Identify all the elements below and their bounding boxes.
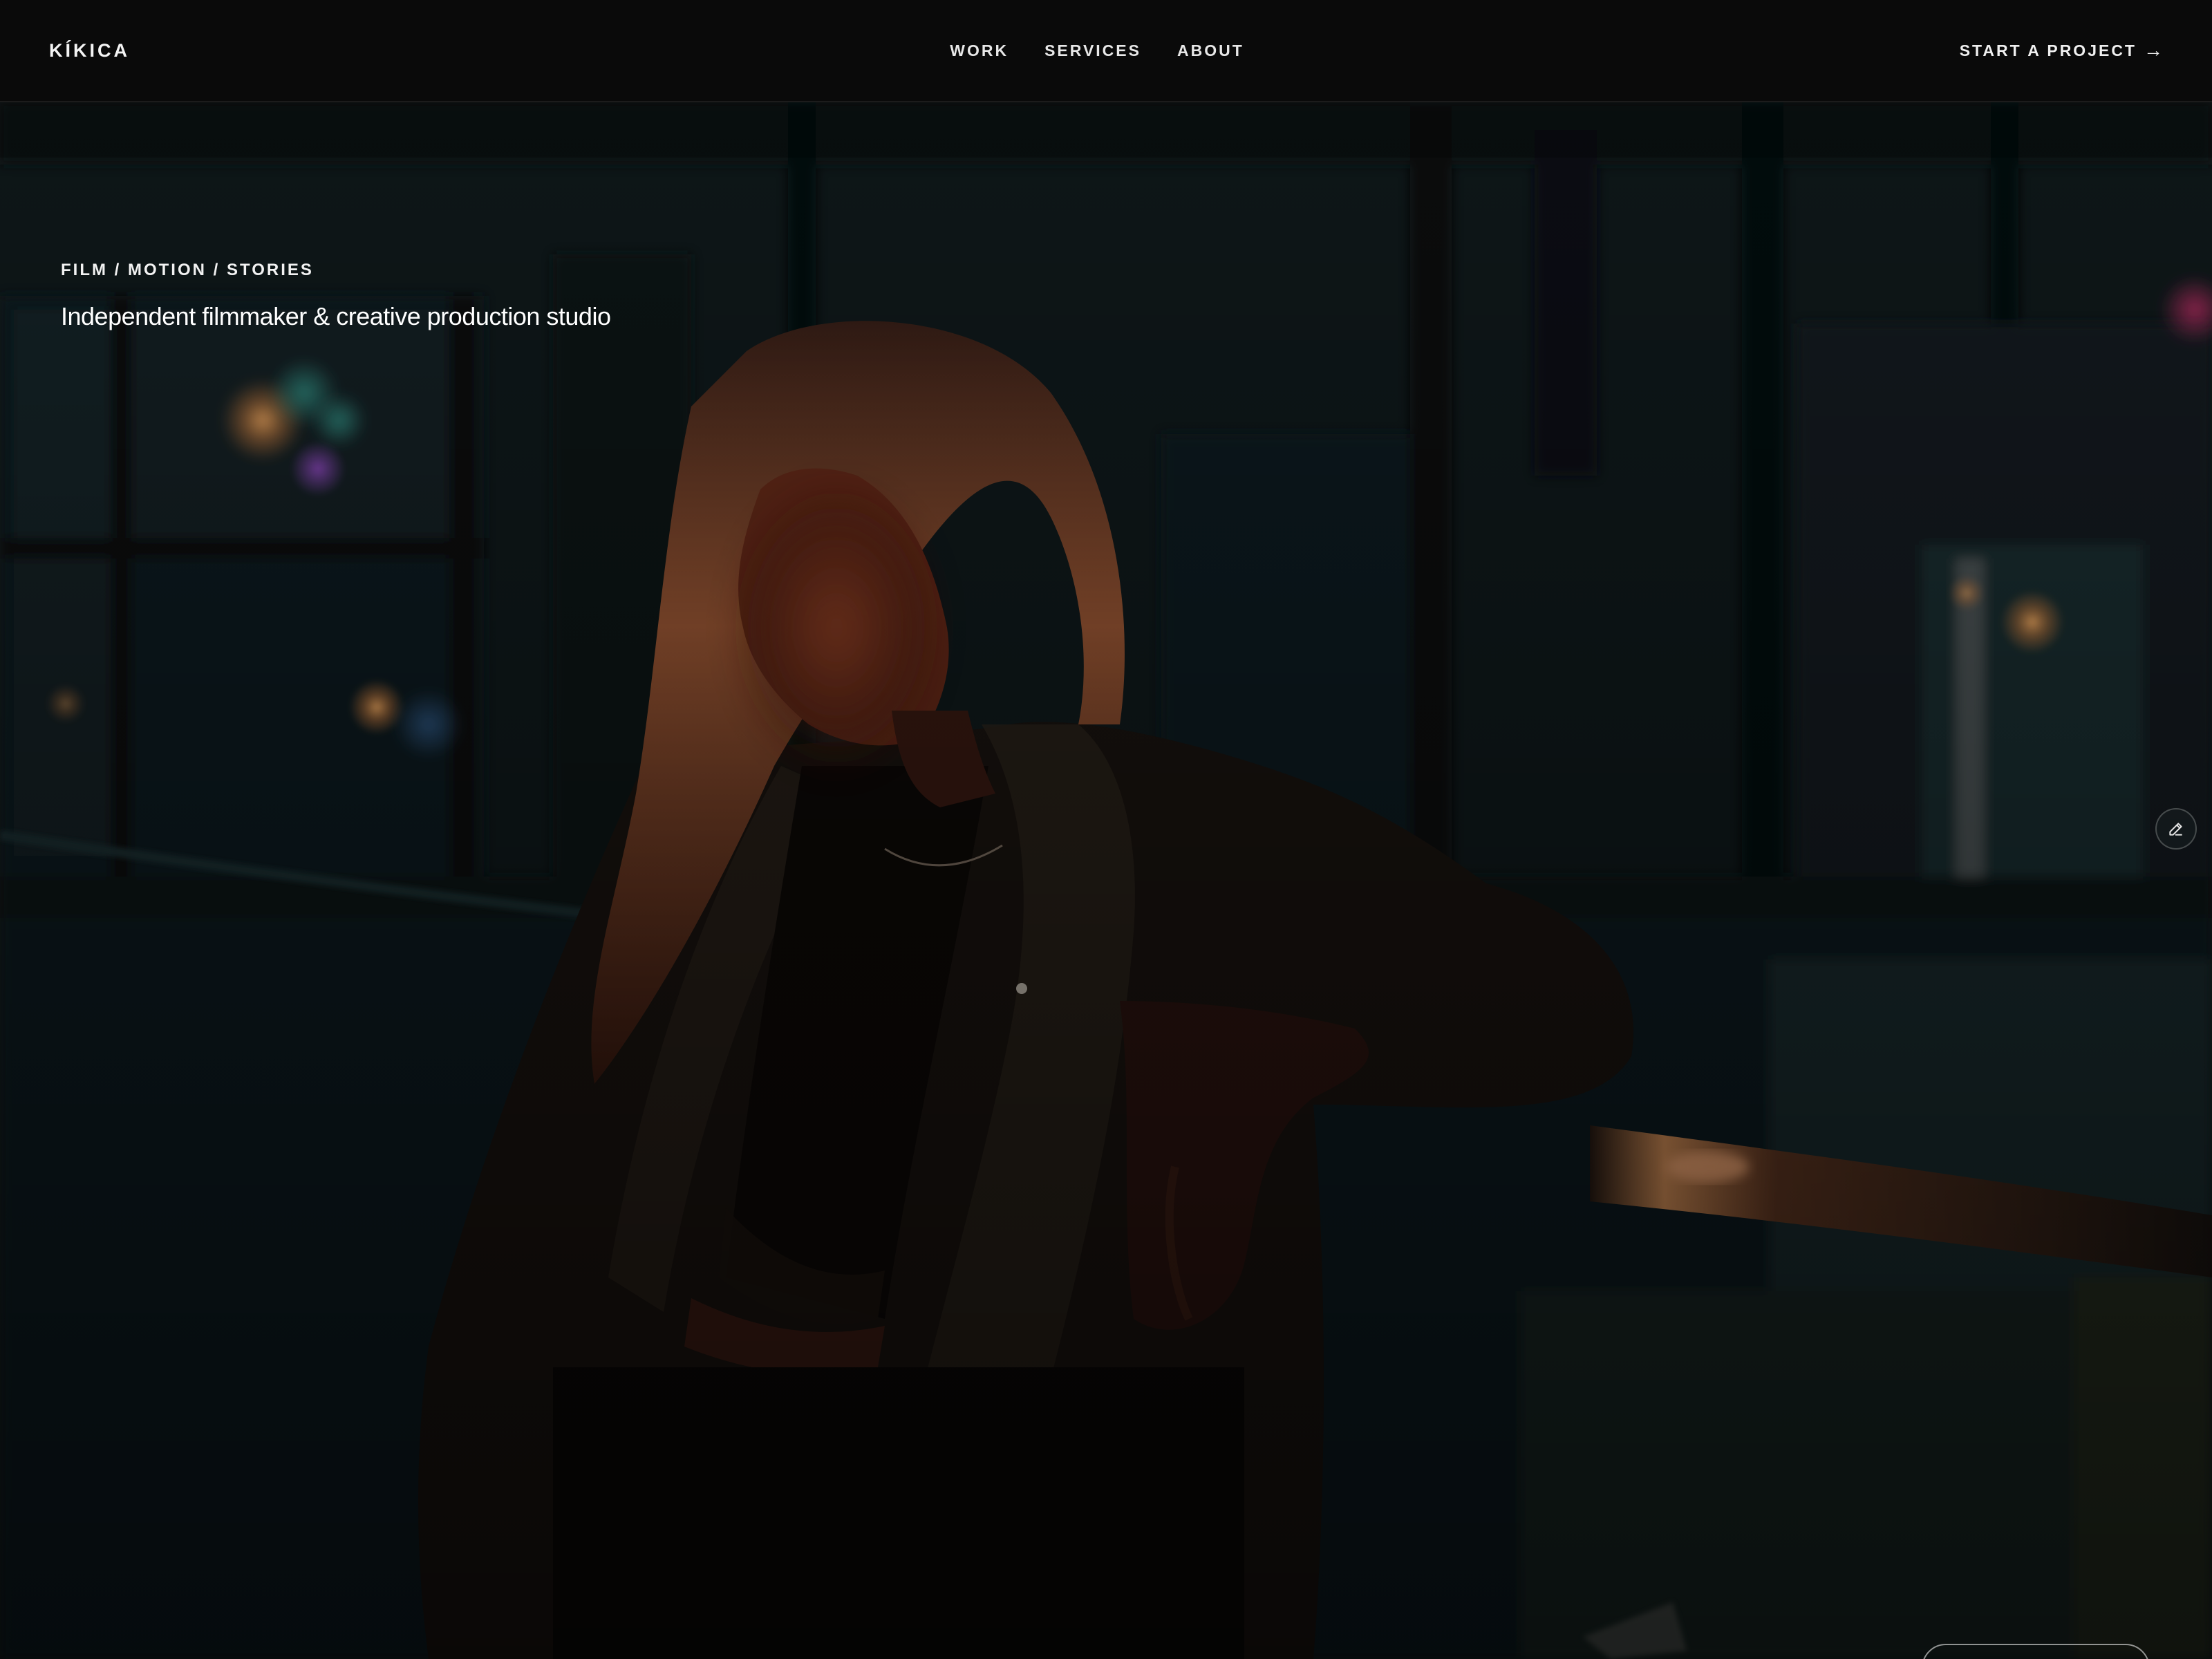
hero-background-image [0, 102, 2212, 1659]
hero-section: FILM / MOTION / STORIES Independent film… [0, 102, 2212, 1659]
site-header: KÍKICA WORK SERVICES ABOUT START A PROJE… [0, 0, 2212, 102]
arrow-right-icon: → [2144, 39, 2163, 61]
main-nav: WORK SERVICES ABOUT [0, 37, 2212, 64]
scroll-pill-button[interactable] [1922, 1644, 2150, 1659]
hero-tagline: Independent filmmaker & creative product… [61, 302, 611, 330]
edit-button[interactable] [2155, 808, 2197, 850]
start-project-link[interactable]: START A PROJECT → [1960, 37, 2163, 64]
pencil-icon [2169, 823, 2182, 836]
nav-link-work[interactable]: WORK [950, 37, 1009, 64]
start-project-label: START A PROJECT [1959, 41, 2137, 59]
hero-copy: FILM / MOTION / STORIES Independent film… [61, 259, 611, 333]
hero-eyebrow: FILM / MOTION / STORIES [61, 261, 314, 279]
nav-link-about[interactable]: ABOUT [1177, 37, 1244, 64]
nav-link-services[interactable]: SERVICES [1044, 37, 1141, 64]
